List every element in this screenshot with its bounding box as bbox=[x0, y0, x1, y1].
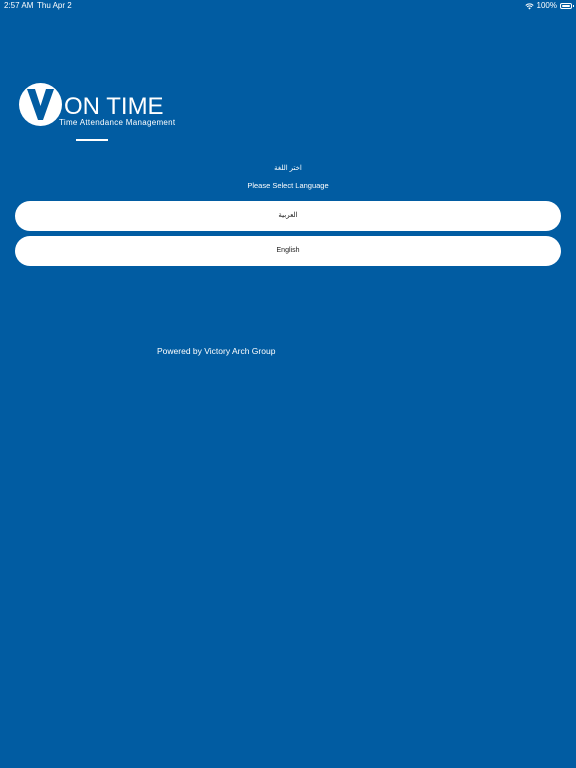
status-bar: 2:57 AM Thu Apr 2 100% bbox=[0, 0, 576, 12]
wifi-icon bbox=[524, 2, 534, 9]
language-selection-screen: 2:57 AM Thu Apr 2 100% ON TIME Time Atte… bbox=[0, 0, 576, 768]
language-prompt-english: Please Select Language bbox=[247, 181, 329, 190]
v-logo-mark bbox=[19, 83, 62, 126]
status-indicators: 100% bbox=[524, 0, 574, 12]
arabic-button-label: العربية bbox=[278, 212, 298, 219]
english-button-label: English bbox=[276, 247, 300, 254]
language-prompt-arabic: اختر اللغة bbox=[274, 165, 302, 172]
battery-icon bbox=[560, 3, 574, 9]
status-time: 2:57 AM bbox=[4, 1, 34, 10]
battery-fill bbox=[562, 5, 570, 7]
logo-subtitle: Time Attendance Management bbox=[59, 118, 176, 127]
arabic-language-button[interactable]: العربية bbox=[15, 201, 561, 231]
status-date: Thu Apr 2 bbox=[37, 1, 72, 10]
battery-tip bbox=[573, 5, 574, 7]
battery-percent: 100% bbox=[536, 1, 557, 10]
logo-underline bbox=[76, 139, 108, 141]
app-logo: ON TIME Time Attendance Management bbox=[18, 82, 178, 132]
english-language-button[interactable]: English bbox=[15, 236, 561, 266]
powered-by-footer: Powered by Victory Arch Group bbox=[157, 346, 276, 356]
logo-title: ON TIME bbox=[64, 93, 164, 120]
